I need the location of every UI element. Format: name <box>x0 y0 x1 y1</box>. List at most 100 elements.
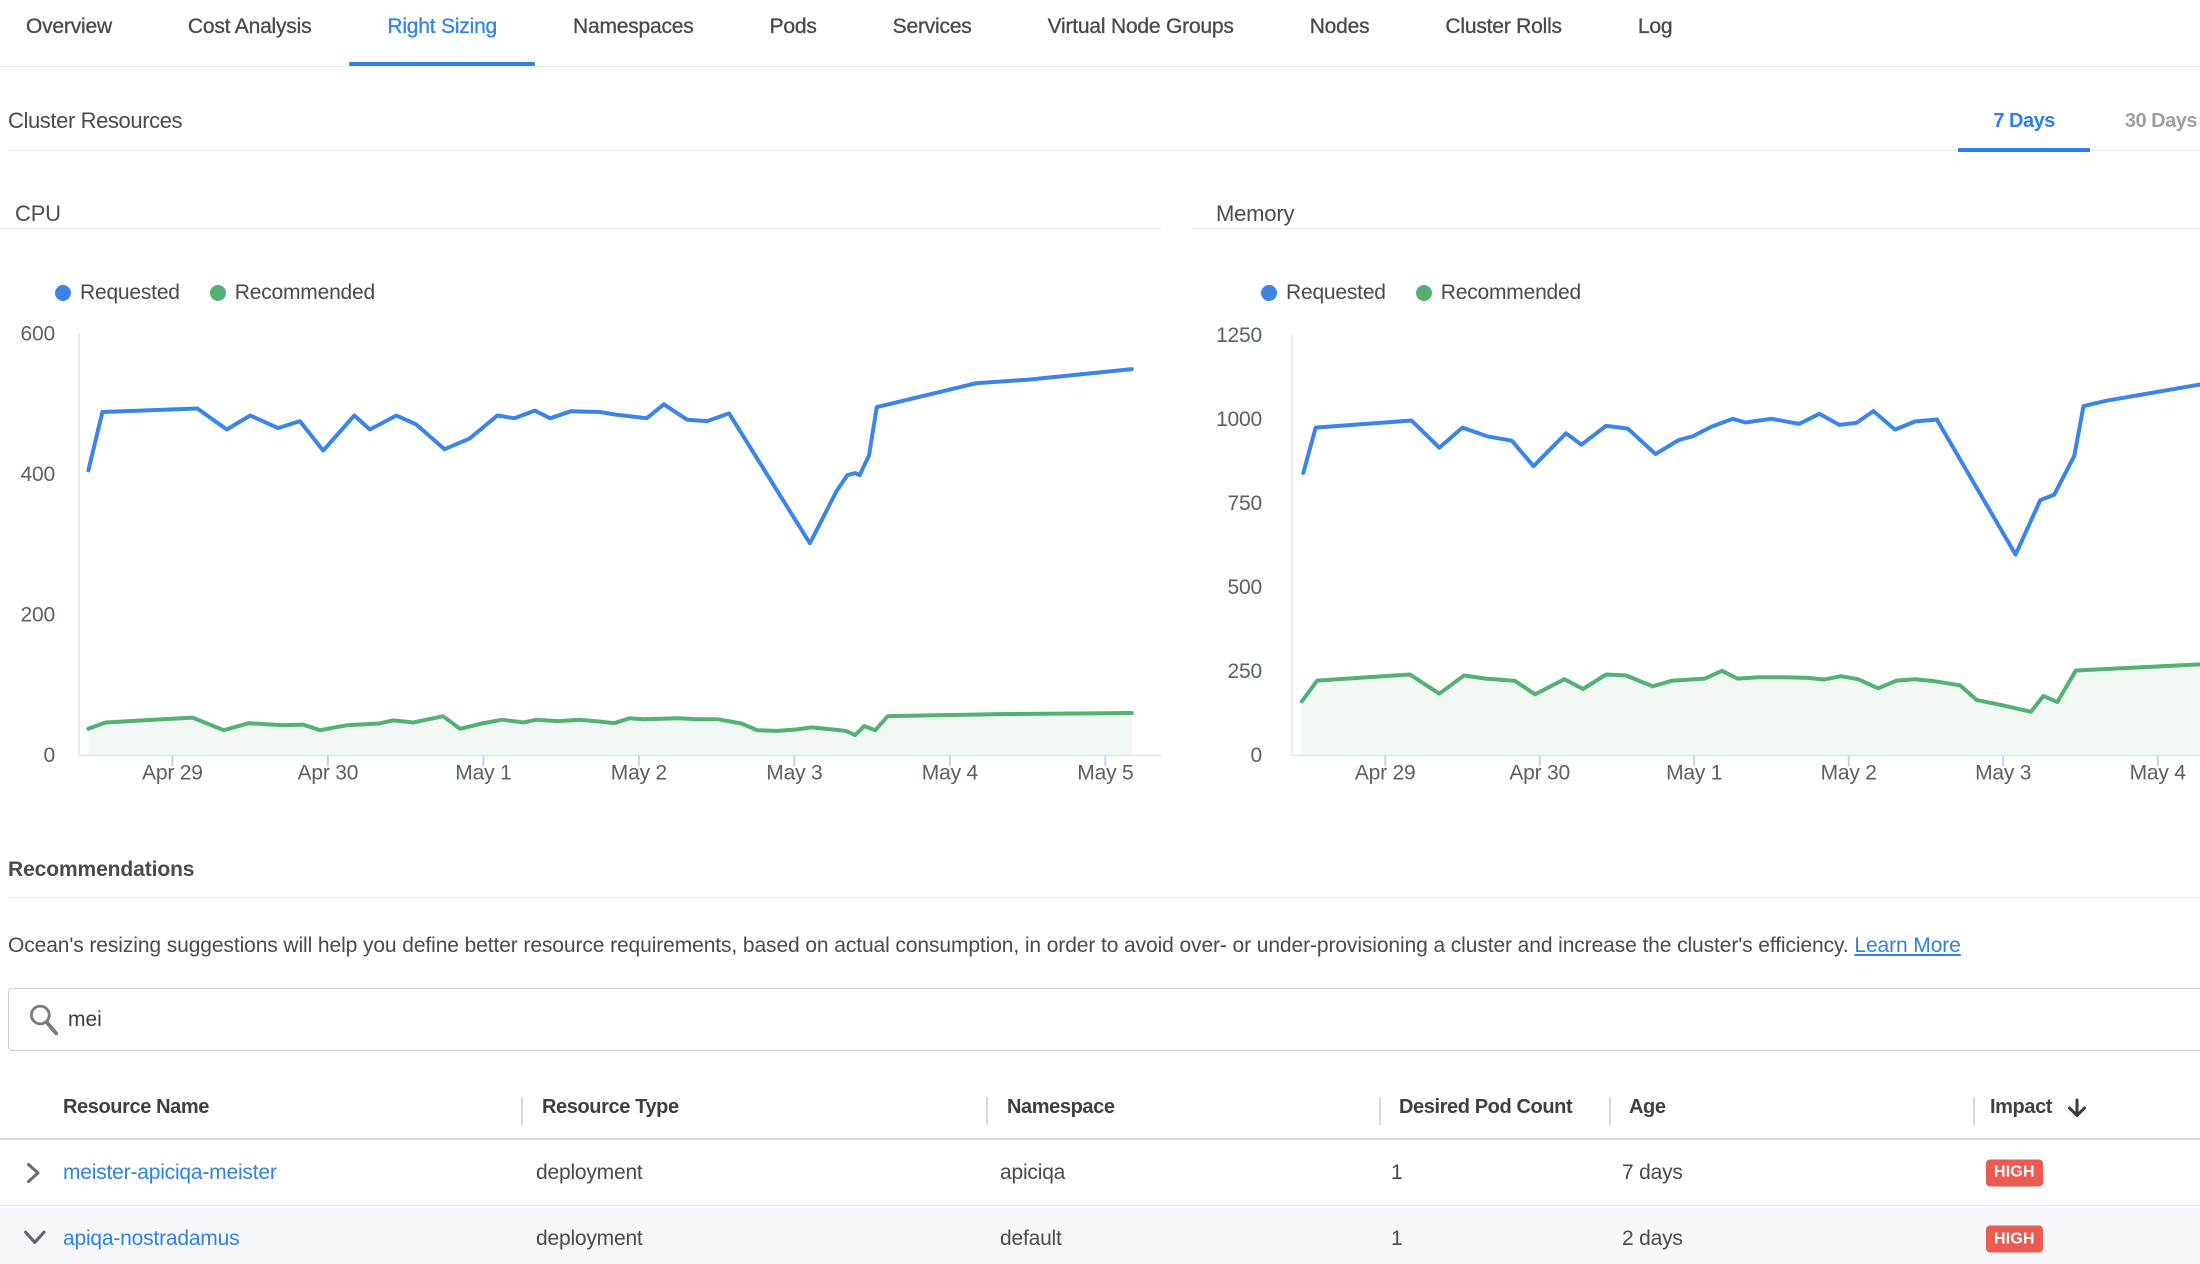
x-tick-label: May 5 <box>1077 762 1133 785</box>
x-tick-label: May 4 <box>2130 762 2187 785</box>
main-tabs: OverviewCost Analysis Right Sizing Namespa… <box>0 0 2200 67</box>
cpu-chart-title: CPU <box>15 201 61 227</box>
column-header-label: Resource Type <box>542 1096 679 1119</box>
legend-dot <box>55 285 71 301</box>
resource-type-cell: deployment <box>536 1140 643 1205</box>
x-tick-label: Apr 30 <box>298 762 359 785</box>
x-tick-label: May 3 <box>1975 762 2031 785</box>
requested-line <box>88 369 1131 543</box>
right-sizing-page: OverviewCost Analysis Right Sizing Namespa… <box>0 0 2200 1264</box>
x-tick-label: Apr 30 <box>1509 762 1570 785</box>
impact-badge-high: HIGH <box>1986 1159 2043 1186</box>
tab-pods[interactable]: Pods <box>732 0 855 66</box>
learn-more-link[interactable]: Learn More <box>1854 934 1960 957</box>
y-tick-label: 750 <box>1228 492 1262 515</box>
y-tick-label: 1250 <box>1216 325 1262 347</box>
column-header-label: Impact <box>1990 1096 2052 1119</box>
tab-virtual-node-groups[interactable]: Virtual Node Groups <box>1010 0 1272 66</box>
memory-panel-divider <box>1192 228 2200 229</box>
y-tick-label: 400 <box>21 463 55 486</box>
y-tick-label: 600 <box>21 325 55 346</box>
namespace-cell: default <box>1000 1206 1062 1264</box>
x-tick-label: May 2 <box>1821 762 1877 785</box>
legend-dot <box>1261 285 1277 301</box>
resource-name-link[interactable]: apiqa-nostradamus <box>63 1206 239 1264</box>
requested-line <box>1303 384 2200 555</box>
y-tick-label: 200 <box>21 604 55 627</box>
y-tick-label: 1000 <box>1216 408 1262 431</box>
legend-label: Requested <box>80 281 180 305</box>
tab-cost-analysis[interactable]: Cost Analysis <box>150 0 349 66</box>
legend-item-recommended: Recommended <box>1416 281 1581 305</box>
section-title: Cluster Resources <box>8 91 182 151</box>
tab-nodes[interactable]: Nodes <box>1272 0 1408 66</box>
cpu-chart: 0200400600Apr 29Apr 30May 1May 2May 3May… <box>0 325 1161 803</box>
y-tick-label: 250 <box>1228 660 1262 683</box>
legend-item-requested: Requested <box>1261 281 1386 305</box>
tab-label: Services <box>893 15 972 39</box>
column-header-resource-name[interactable]: Resource Name <box>63 1076 209 1138</box>
range-tab-30-days[interactable]: 30 Days <box>2090 67 2200 151</box>
tab-label: Nodes <box>1310 15 1370 39</box>
legend-label: Requested <box>1286 281 1386 305</box>
sort-descending-icon <box>2065 1095 2089 1125</box>
x-tick-label: May 1 <box>1666 762 1722 785</box>
tab-label: Virtual Node Groups <box>1048 15 1234 39</box>
tab-log[interactable]: Log <box>1600 0 1710 66</box>
tab-label: Cluster Rolls <box>1445 15 1561 39</box>
range-tab-label: 30 Days <box>2125 110 2197 133</box>
column-separator <box>986 1097 988 1125</box>
tab-cluster-rolls[interactable]: Cluster Rolls <box>1407 0 1599 66</box>
resource-type-cell: deployment <box>536 1206 643 1264</box>
column-header-label: Namespace <box>1007 1096 1115 1119</box>
active-tab-underline <box>349 62 535 66</box>
cpu-panel-divider <box>0 228 1161 229</box>
cluster-resources-section-header: Cluster Resources 7 Days 30 Days <box>8 67 2200 151</box>
column-header-label: Desired Pod Count <box>1399 1096 1572 1119</box>
recommended-area <box>88 713 1131 756</box>
search-input[interactable] <box>68 989 2068 1050</box>
column-header-desired-pod-count[interactable]: Desired Pod Count <box>1399 1076 1572 1138</box>
tab-services[interactable]: Services <box>855 0 1010 66</box>
time-range-tabs: 7 Days 30 Days <box>1958 67 2200 151</box>
column-separator <box>521 1097 523 1125</box>
x-tick-label: Apr 29 <box>1355 762 1416 785</box>
chevron-right-icon[interactable] <box>24 1140 42 1205</box>
legend-item-recommended: Recommended <box>210 281 375 305</box>
range-tab-7-days[interactable]: 7 Days <box>1958 67 2090 151</box>
description-text: Ocean's resizing suggestions will help y… <box>8 934 1849 957</box>
resource-name-link[interactable]: meister-apiciqa-meister <box>63 1140 277 1205</box>
chevron-down-icon[interactable] <box>24 1206 46 1264</box>
column-header-label: Age <box>1629 1096 1666 1119</box>
column-separator <box>1609 1097 1611 1125</box>
recommendations-title: Recommendations <box>8 858 194 882</box>
legend-dot <box>210 285 226 301</box>
active-range-underline <box>1958 148 2090 152</box>
tab-label: Right Sizing <box>387 15 497 39</box>
table-row: apiqa-nostradamusdeploymentdefault12 day… <box>0 1206 2200 1264</box>
column-separator <box>1379 1097 1381 1125</box>
column-separator <box>1973 1097 1975 1125</box>
tab-right-sizing[interactable]: Right Sizing <box>349 0 535 66</box>
x-tick-label: May 3 <box>766 762 822 785</box>
table-row: meister-apiciqa-meisterdeploymentapiciqa… <box>0 1140 2200 1206</box>
column-header-impact[interactable]: Impact <box>1990 1076 2089 1138</box>
column-header-age[interactable]: Age <box>1629 1076 1666 1138</box>
tab-namespaces[interactable]: Namespaces <box>535 0 732 66</box>
age-cell: 7 days <box>1622 1140 1683 1205</box>
x-tick-label: Apr 29 <box>142 762 203 785</box>
legend-label: Recommended <box>1441 281 1581 305</box>
column-header-namespace[interactable]: Namespace <box>1007 1076 1115 1138</box>
search-icon <box>29 1003 71 1039</box>
legend-dot <box>1416 285 1432 301</box>
desired-pod-count-cell: 1 <box>1391 1140 1402 1205</box>
range-tab-label: 7 Days <box>1993 110 2055 133</box>
tab-label: Pods <box>770 15 817 39</box>
table-header: Resource Name Resource Type Namespace Desir… <box>0 1076 2200 1140</box>
column-header-resource-type[interactable]: Resource Type <box>542 1076 679 1138</box>
legend-label: Recommended <box>235 281 375 305</box>
tab-overview[interactable]: Overview <box>0 0 150 66</box>
x-tick-label: May 1 <box>455 762 511 785</box>
search-box[interactable] <box>8 988 2200 1051</box>
tab-label: Namespaces <box>573 15 694 39</box>
